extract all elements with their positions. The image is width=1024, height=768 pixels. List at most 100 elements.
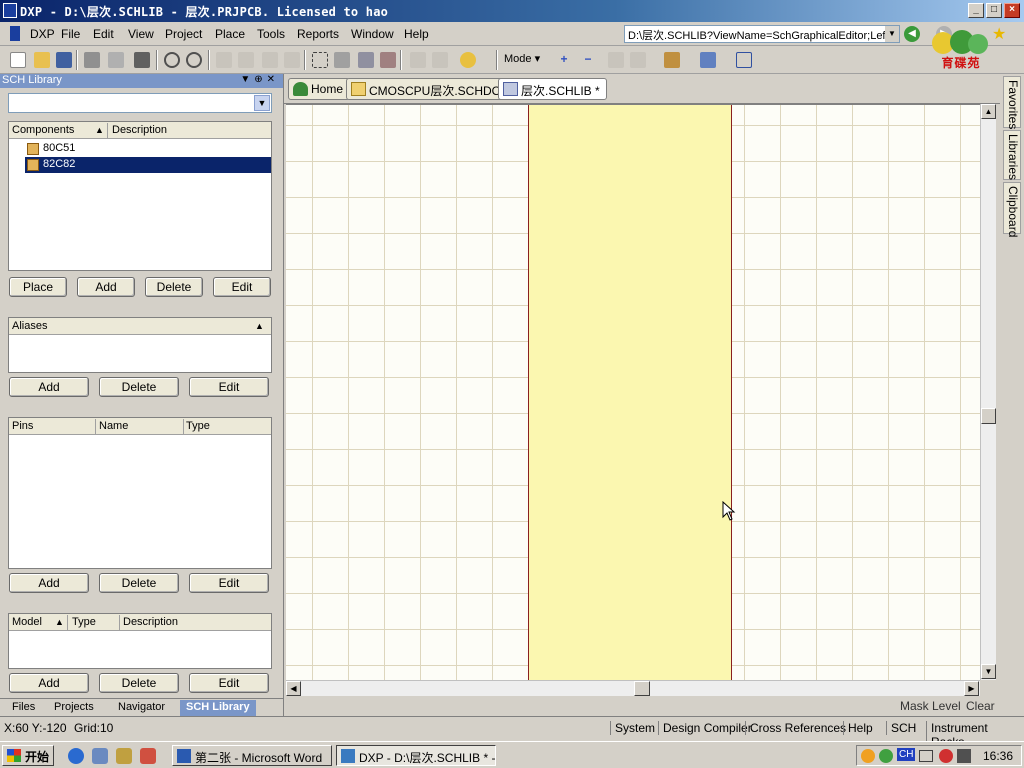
edit-component-button[interactable]: Edit [213, 277, 271, 297]
zoom-in-icon[interactable] [164, 52, 180, 68]
start-button[interactable]: 开始 [2, 745, 54, 766]
deselect-icon[interactable] [380, 52, 396, 68]
document-path-combo[interactable]: D:\层次.SCHLIB?ViewName=SchGraphicalEditor… [624, 25, 900, 43]
column-aliases[interactable]: Aliases [12, 320, 47, 332]
component-tools-icon[interactable] [664, 52, 680, 68]
delete-model-button[interactable]: Delete [99, 673, 179, 693]
help-icon[interactable] [460, 52, 476, 68]
close-icon[interactable]: ✕ [267, 74, 279, 85]
new-document-icon[interactable] [10, 52, 26, 68]
redo-icon[interactable] [432, 52, 448, 68]
close-button[interactable]: × [1004, 3, 1020, 18]
column-type[interactable]: Type [186, 420, 210, 432]
help-panel-button[interactable]: Help [843, 721, 873, 735]
remove-mode-icon[interactable]: − [580, 52, 596, 68]
component-body-rectangle[interactable] [528, 105, 732, 680]
column-type[interactable]: Type [72, 616, 96, 628]
save-icon[interactable] [56, 52, 72, 68]
add-component-button[interactable]: Add [77, 277, 135, 297]
print-icon[interactable] [84, 52, 100, 68]
drawing-tools-icon[interactable] [700, 52, 716, 68]
delete-alias-button[interactable]: Delete [99, 377, 179, 397]
menu-dxp[interactable]: DXP [30, 27, 55, 41]
layers-icon[interactable] [134, 52, 150, 68]
grid-icon[interactable] [736, 52, 752, 68]
chevron-down-icon[interactable]: ▼ [885, 26, 899, 42]
add-model-button[interactable]: Add [9, 673, 89, 693]
add-alias-button[interactable]: Add [9, 377, 89, 397]
scroll-down-icon[interactable]: ▼ [981, 664, 996, 679]
scroll-left-icon[interactable]: ◀ [286, 681, 301, 696]
schematic-canvas[interactable] [286, 104, 980, 680]
place-button[interactable]: Place [9, 277, 67, 297]
tab-schdoc[interactable]: CMOSCPU层次.SCHDOC [346, 78, 517, 100]
paste-icon[interactable] [262, 52, 278, 68]
mode-dropdown[interactable]: Mode ▾ [504, 52, 540, 65]
scroll-right-icon[interactable]: ▶ [964, 681, 979, 696]
column-name[interactable]: Name [99, 420, 128, 432]
pin-icon[interactable]: ⊕ [254, 74, 266, 85]
design-compiler-button[interactable]: Design Compiler [658, 721, 752, 735]
tray-app-icon[interactable] [861, 749, 875, 763]
pins-list[interactable]: Pins Name Type [8, 417, 272, 569]
cut-icon[interactable] [216, 52, 232, 68]
components-list[interactable]: Components ▲ Description 80C51 82C82 [8, 121, 272, 271]
vertical-scrollbar[interactable]: ▲ ▼ [980, 104, 996, 680]
edit-model-button[interactable]: Edit [189, 673, 269, 693]
delete-component-button[interactable]: Delete [145, 277, 203, 297]
select-overlapped-icon[interactable] [358, 52, 374, 68]
component-row-82c82[interactable]: 82C82 [25, 157, 271, 173]
keyboard-icon[interactable] [919, 750, 933, 762]
horizontal-scroll-thumb[interactable] [634, 681, 650, 696]
edit-alias-button[interactable]: Edit [189, 377, 269, 397]
tab-clipboard[interactable]: Clipboard [1003, 182, 1021, 237]
task-microsoft-word[interactable]: 第二张 - Microsoft Word [172, 745, 332, 766]
task-dxp[interactable]: DXP - D:\层次.SCHLIB * -... [336, 745, 496, 766]
tab-home[interactable]: Home [288, 78, 351, 100]
cross-references-button[interactable]: Cross References [745, 721, 846, 735]
tab-files[interactable]: Files [6, 700, 41, 716]
menu-project[interactable]: Project [165, 27, 202, 41]
copy-icon[interactable] [238, 52, 254, 68]
move-icon[interactable] [334, 52, 350, 68]
menu-help[interactable]: Help [404, 27, 429, 41]
tab-navigator[interactable]: Navigator [112, 700, 171, 716]
menu-tools[interactable]: Tools [257, 27, 285, 41]
input-language-indicator[interactable]: CH [897, 748, 916, 761]
print-preview-icon[interactable] [108, 52, 124, 68]
chevron-down-icon[interactable]: ▼ [254, 95, 270, 111]
title-bar[interactable]: DXP - D:\层次.SCHLIB - 层次.PRJPCB. Licensed… [0, 0, 1024, 22]
menu-edit[interactable]: Edit [93, 27, 114, 41]
tab-favorites[interactable]: Favorites [1003, 76, 1021, 129]
quick-launch-app-icon[interactable] [140, 748, 156, 764]
speaker-icon[interactable] [957, 749, 971, 763]
panel-menu-icon[interactable]: ▼ [240, 74, 254, 85]
zoom-out-icon[interactable] [186, 52, 202, 68]
tab-schlib[interactable]: 层次.SCHLIB * [498, 78, 607, 100]
back-icon[interactable]: ◀ [904, 26, 920, 42]
menu-view[interactable]: View [128, 27, 154, 41]
maximize-button[interactable]: □ [986, 3, 1002, 18]
horizontal-scrollbar[interactable]: ◀ ▶ [286, 680, 980, 696]
minimize-button[interactable]: _ [968, 3, 984, 18]
models-list[interactable]: Model ▲ Type Description [8, 613, 272, 669]
column-pins[interactable]: Pins [12, 420, 33, 432]
library-filter-combo[interactable]: ▼ [8, 93, 272, 113]
clear-button[interactable]: Clear [966, 699, 995, 713]
tab-projects[interactable]: Projects [48, 700, 100, 716]
column-components[interactable]: Components [12, 124, 74, 136]
delete-pin-button[interactable]: Delete [99, 573, 179, 593]
menu-file[interactable]: File [61, 27, 80, 41]
show-desktop-icon[interactable] [92, 748, 108, 764]
tab-libraries[interactable]: Libraries [1003, 130, 1021, 180]
tab-sch-library[interactable]: SCH Library [180, 700, 256, 716]
sch-panel-button[interactable]: SCH [886, 721, 916, 735]
undo-icon[interactable] [410, 52, 426, 68]
component-row-80c51[interactable]: 80C51 [25, 141, 271, 157]
previous-part-icon[interactable] [608, 52, 624, 68]
menu-window[interactable]: Window [351, 27, 394, 41]
column-description[interactable]: Description [112, 124, 167, 136]
add-mode-icon[interactable]: + [556, 52, 572, 68]
menu-place[interactable]: Place [215, 27, 245, 41]
column-description[interactable]: Description [123, 616, 178, 628]
